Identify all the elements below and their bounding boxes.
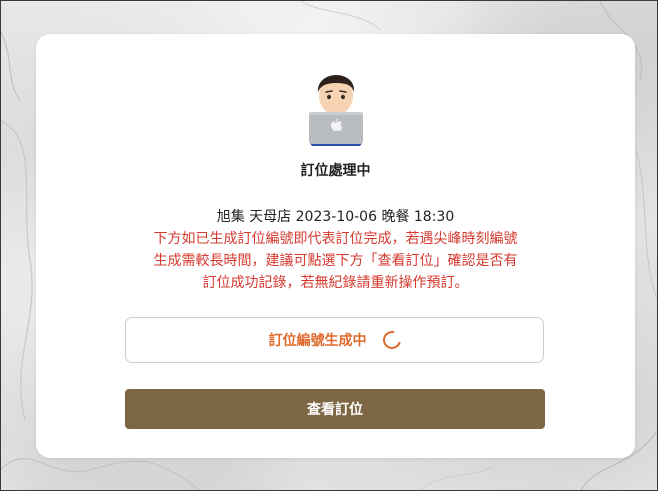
technologist-with-laptop-icon <box>304 66 368 152</box>
loading-spinner-icon <box>379 327 404 353</box>
booking-status-card: 訂位處理中 旭集 天母店 2023-10-06 晚餐 18:30 下方如已生成訂… <box>36 34 635 458</box>
notice-line: 下方如已生成訂位編號即代表訂位完成，若遇尖峰時刻編號 <box>153 231 518 247</box>
status-title: 訂位處理中 <box>300 163 371 179</box>
booking-info: 旭集 天母店 2023-10-06 晚餐 18:30 <box>216 209 455 225</box>
view-booking-button[interactable]: 查看訂位 <box>125 389 545 429</box>
booking-notice: 下方如已生成訂位編號即代表訂位完成，若遇尖峰時刻編號 生成需較長時間，建議可點選… <box>96 228 575 294</box>
notice-line: 訂位成功記錄，若無紀錄請重新操作預訂。 <box>202 275 469 291</box>
booking-number-status: 訂位編號生成中 <box>125 317 544 363</box>
notice-line: 生成需較長時間，建議可點選下方「查看訂位」確認是否有 <box>153 253 518 269</box>
generating-label: 訂位編號生成中 <box>268 333 367 349</box>
